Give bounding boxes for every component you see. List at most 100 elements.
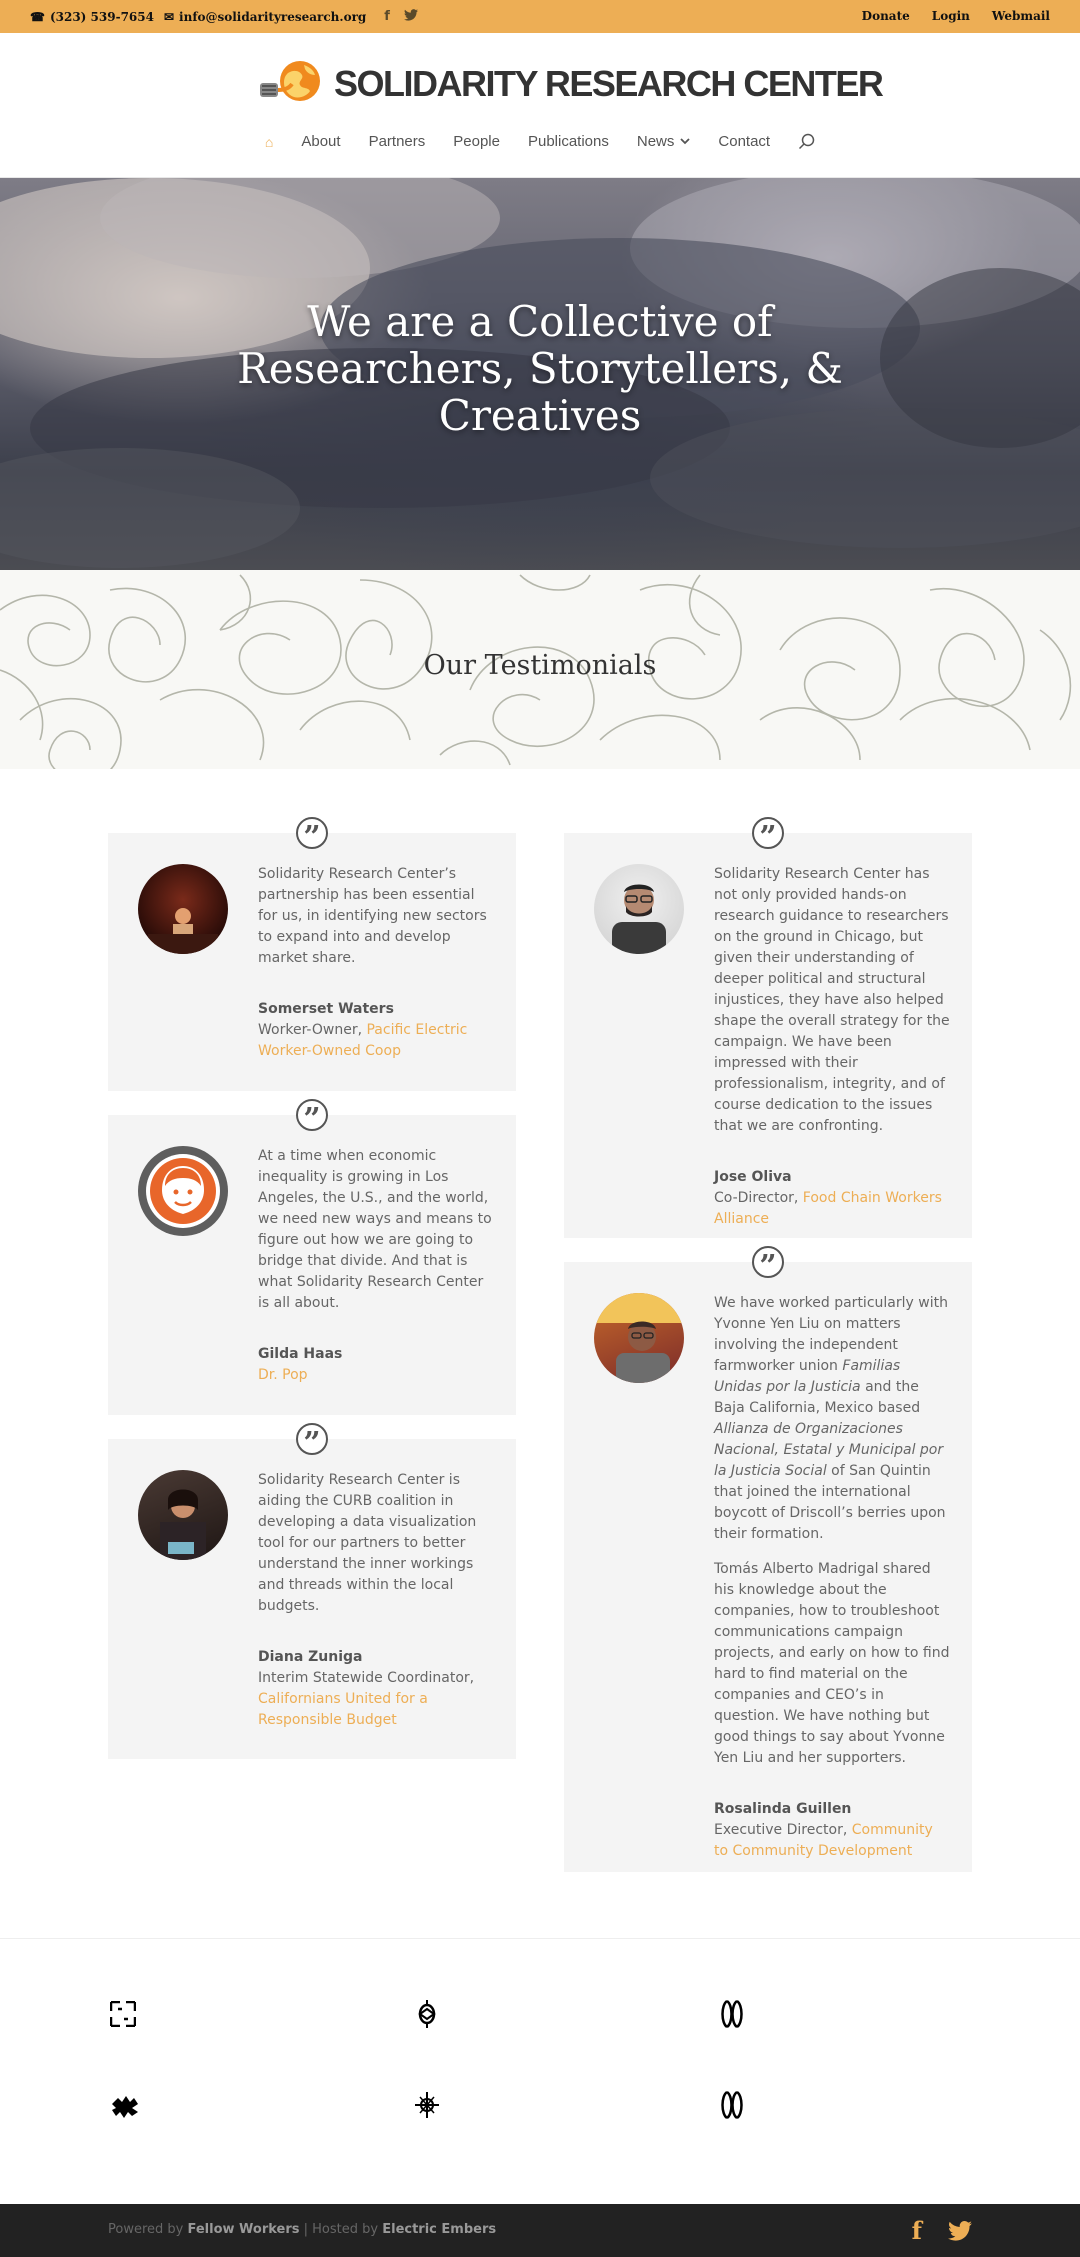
testimonial-role: Executive Director, Community to Communi… — [714, 1820, 950, 1862]
testimonial-role: Worker-Owner, Pacific Electric Worker-Ow… — [258, 1020, 494, 1062]
testimonial-body: At a time when economic inequality is gr… — [258, 1146, 494, 1386]
phone-contact[interactable]: ☎ (323) 539-7654 — [30, 10, 154, 24]
testimonial-role: Co-Director, Food Chain Workers Alliance — [714, 1188, 950, 1230]
symbol-icon — [721, 1999, 743, 2029]
facebook-icon[interactable]: f — [384, 9, 390, 24]
hero-banner: We are a Collective of Researchers, Stor… — [0, 178, 1080, 570]
email-contact[interactable]: ✉ info@solidarityresearch.org — [164, 10, 366, 24]
testimonial-name: Somerset Waters — [258, 1001, 394, 1017]
testimonial-name: Diana Zuniga — [258, 1649, 363, 1665]
nav-publications[interactable]: Publications — [514, 133, 623, 150]
nav-publications-label: Publications — [527, 133, 609, 150]
twitter-icon[interactable] — [948, 2220, 972, 2242]
nav-news-label: News — [636, 133, 675, 150]
testimonial-quote: Solidarity Research Center’s partnership… — [258, 866, 487, 966]
envelope-icon: ✉ — [163, 9, 175, 24]
powered-by-text: Powered by — [108, 2222, 188, 2237]
symbol-icon — [112, 2096, 138, 2118]
footer-widgets — [0, 1938, 1080, 2204]
chevron-down-icon — [680, 138, 691, 145]
phone-icon: ☎ — [30, 9, 45, 24]
testimonial-quote: Solidarity Research Center has not only … — [714, 866, 950, 1134]
avatar — [138, 1146, 228, 1236]
hero-line-2: Researchers, Storytellers, & — [237, 344, 843, 393]
topbar-links: Donate Login Webmail — [862, 9, 1050, 23]
testimonial-role: Interim Statewide Coordinator, Californi… — [258, 1668, 494, 1731]
avatar — [138, 864, 228, 954]
testimonial-card: ” Solidarity Research Center’s partnersh… — [108, 817, 516, 1091]
org-link[interactable]: Californians United for a Responsible Bu… — [258, 1691, 428, 1728]
symbol-icon — [721, 2090, 743, 2120]
testimonial-card: ” Solidarity Research Center is aiding t… — [108, 1423, 516, 1759]
footer-social: f — [912, 2216, 972, 2245]
nav-contact[interactable]: Contact — [704, 133, 784, 150]
hero-line-3: Creatives — [438, 391, 642, 440]
logo-text: SOLIDARITY RESEARCH CENTER — [334, 63, 884, 104]
hero-line-1: We are a Collective of — [307, 297, 773, 346]
avatar — [594, 864, 684, 954]
site-header: SOLIDARITY RESEARCH CENTER ⌂ About Partn… — [0, 33, 1080, 178]
role-text: Co-Director, — [714, 1190, 803, 1206]
search-icon — [799, 133, 815, 150]
testimonial-card: ” Solidarity Research Center has not onl… — [564, 817, 972, 1238]
testimonial-card: ” At a time when economic inequality is … — [108, 1099, 516, 1415]
nav-contact-label: Contact — [718, 133, 771, 150]
footer-bar: Powered by Fellow Workers | Hosted by El… — [0, 2204, 1080, 2257]
role-text: Worker-Owner, — [258, 1022, 367, 1038]
nav-search[interactable] — [784, 133, 829, 150]
home-icon: ⌂ — [264, 133, 274, 150]
testimonial-card: ” We have worked particularly with Yvonn… — [564, 1246, 972, 1872]
quote-icon: ” — [296, 1099, 328, 1135]
nav-partners[interactable]: Partners — [355, 133, 440, 150]
facebook-icon[interactable]: f — [912, 2216, 922, 2245]
frame-icon — [110, 2001, 136, 2027]
testimonial-quote: At a time when economic inequality is gr… — [258, 1148, 492, 1311]
electric-embers-link[interactable]: Electric Embers — [382, 2222, 496, 2237]
avatar — [594, 1293, 684, 1383]
phone-number: (323) 539-7654 — [49, 9, 154, 24]
section-title: Our Testimonials — [423, 650, 657, 681]
nav-partners-label: Partners — [368, 133, 426, 150]
nav-about[interactable]: About — [287, 133, 354, 150]
testimonial-role: Dr. Pop — [258, 1365, 494, 1386]
testimonial-name: Rosalinda Guillen — [714, 1801, 852, 1817]
topbar-social: f — [384, 9, 418, 24]
testimonial-body: Solidarity Research Center has not only … — [714, 864, 950, 1230]
twitter-icon[interactable] — [403, 9, 418, 21]
nav-news[interactable]: News — [623, 133, 705, 150]
nav-people-label: People — [453, 133, 500, 150]
testimonials-header-band: Our Testimonials — [0, 570, 1080, 769]
quote-icon: ” — [296, 817, 328, 853]
testimonial-body: We have worked particularly with Yvonne … — [714, 1293, 950, 1862]
symbol-icon — [415, 2092, 439, 2118]
symbol-icon — [418, 2000, 436, 2028]
email-address: info@solidarityresearch.org — [179, 9, 367, 24]
quote-icon: ” — [296, 1423, 328, 1459]
donate-link[interactable]: Donate — [862, 9, 910, 23]
webmail-link[interactable]: Webmail — [992, 9, 1050, 23]
testimonial-quote: We have worked particularly with Yvonne … — [714, 1293, 950, 1545]
testimonial-quote-2: Tomás Alberto Madrigal shared his knowle… — [714, 1561, 950, 1766]
hosted-by-text: | Hosted by — [299, 2222, 383, 2237]
testimonial-body: Solidarity Research Center’s partnership… — [258, 864, 494, 1062]
quote-icon: ” — [752, 1246, 784, 1282]
contact-info: ☎ (323) 539-7654 ✉ info@solidarityresear… — [30, 9, 418, 24]
hero-title: We are a Collective of Researchers, Stor… — [0, 298, 1080, 439]
testimonial-name: Jose Oliva — [714, 1169, 792, 1185]
fellow-workers-link[interactable]: Fellow Workers — [187, 2222, 299, 2237]
nav-home[interactable]: ⌂ — [251, 134, 287, 150]
testimonial-quote: Solidarity Research Center is aiding the… — [258, 1472, 477, 1614]
testimonial-name: Gilda Haas — [258, 1346, 343, 1362]
footer-credits: Powered by Fellow Workers | Hosted by El… — [108, 2222, 496, 2237]
role-text: Executive Director, — [714, 1822, 852, 1838]
site-logo[interactable]: SOLIDARITY RESEARCH CENTER — [258, 53, 884, 115]
nav-people[interactable]: People — [439, 133, 514, 150]
main-nav: ⌂ About Partners People Publications New… — [0, 133, 1080, 150]
avatar — [138, 1470, 228, 1560]
lightbulb-globe-icon — [260, 61, 320, 101]
nav-about-label: About — [301, 133, 341, 150]
login-link[interactable]: Login — [932, 9, 970, 23]
org-link[interactable]: Dr. Pop — [258, 1367, 308, 1383]
quote-text: We have worked particularly with Yvonne … — [714, 1295, 948, 1374]
role-text: Interim Statewide Coordinator, — [258, 1670, 475, 1686]
